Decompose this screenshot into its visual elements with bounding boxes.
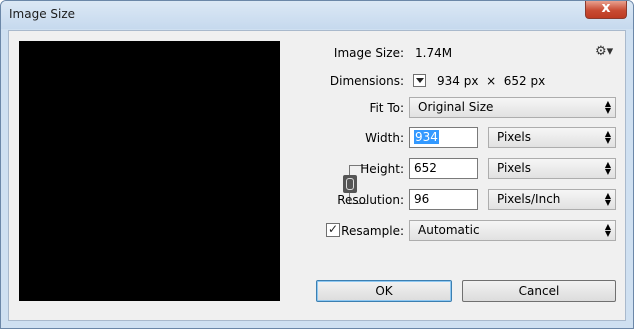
updown-arrows-icon: ▲ ▼ xyxy=(604,222,611,238)
resample-value: Automatic xyxy=(418,223,480,237)
gear-icon[interactable]: ⚙▾ xyxy=(595,44,613,59)
image-preview[interactable] xyxy=(19,41,280,301)
fit-to-value: Original Size xyxy=(418,100,494,114)
width-field[interactable]: 934 xyxy=(409,127,478,148)
width-label: Width: xyxy=(365,131,404,145)
dimensions-units-menu-icon[interactable] xyxy=(413,74,426,87)
ok-button[interactable]: OK xyxy=(316,280,452,302)
resolution-field[interactable]: 96 xyxy=(409,189,478,210)
fit-to-select[interactable]: Original Size ▲ ▼ xyxy=(409,97,616,118)
resample-checkbox[interactable]: ✓ xyxy=(326,223,340,237)
resolution-value: 96 xyxy=(414,192,430,206)
dimensions-value: 934 px × 652 px xyxy=(437,74,546,88)
image-size-label: Image Size: xyxy=(333,46,404,60)
height-label: Height: xyxy=(360,162,404,176)
updown-arrows-icon: ▲ ▼ xyxy=(604,191,611,207)
height-unit-value: Pixels xyxy=(497,161,532,175)
title-bar[interactable]: Image Size x xyxy=(1,1,633,29)
height-field[interactable]: 652 xyxy=(409,158,478,179)
dimensions-label: Dimensions: xyxy=(329,74,404,88)
resolution-unit-value: Pixels/Inch xyxy=(497,192,561,206)
close-icon: x xyxy=(601,0,611,16)
fit-to-label: Fit To: xyxy=(369,101,404,115)
width-value: 934 xyxy=(414,130,439,144)
dialog-body: Image Size: 1.74M ⚙▾ Dimensions: 934 px … xyxy=(8,30,626,321)
updown-arrows-icon: ▲ ▼ xyxy=(604,99,611,115)
resolution-unit-select[interactable]: Pixels/Inch ▲ ▼ xyxy=(488,189,616,210)
height-unit-select[interactable]: Pixels ▲ ▼ xyxy=(488,158,616,179)
close-button[interactable]: x xyxy=(585,1,627,19)
resample-label: Resample: xyxy=(341,224,404,238)
cancel-button[interactable]: Cancel xyxy=(462,280,616,302)
resample-select[interactable]: Automatic ▲ ▼ xyxy=(409,220,616,241)
updown-arrows-icon: ▲ ▼ xyxy=(604,129,611,145)
image-size-dialog: Image Size x Image Size: 1.74M ⚙▾ Dimens… xyxy=(0,0,634,329)
resolution-label: Resolution: xyxy=(337,193,404,207)
window-title: Image Size xyxy=(9,7,76,21)
chain-link-icon[interactable] xyxy=(343,175,357,193)
image-size-value: 1.74M xyxy=(415,46,453,60)
width-unit-value: Pixels xyxy=(497,130,532,144)
width-unit-select[interactable]: Pixels ▲ ▼ xyxy=(488,127,616,148)
height-value: 652 xyxy=(414,161,437,175)
updown-arrows-icon: ▲ ▼ xyxy=(604,160,611,176)
